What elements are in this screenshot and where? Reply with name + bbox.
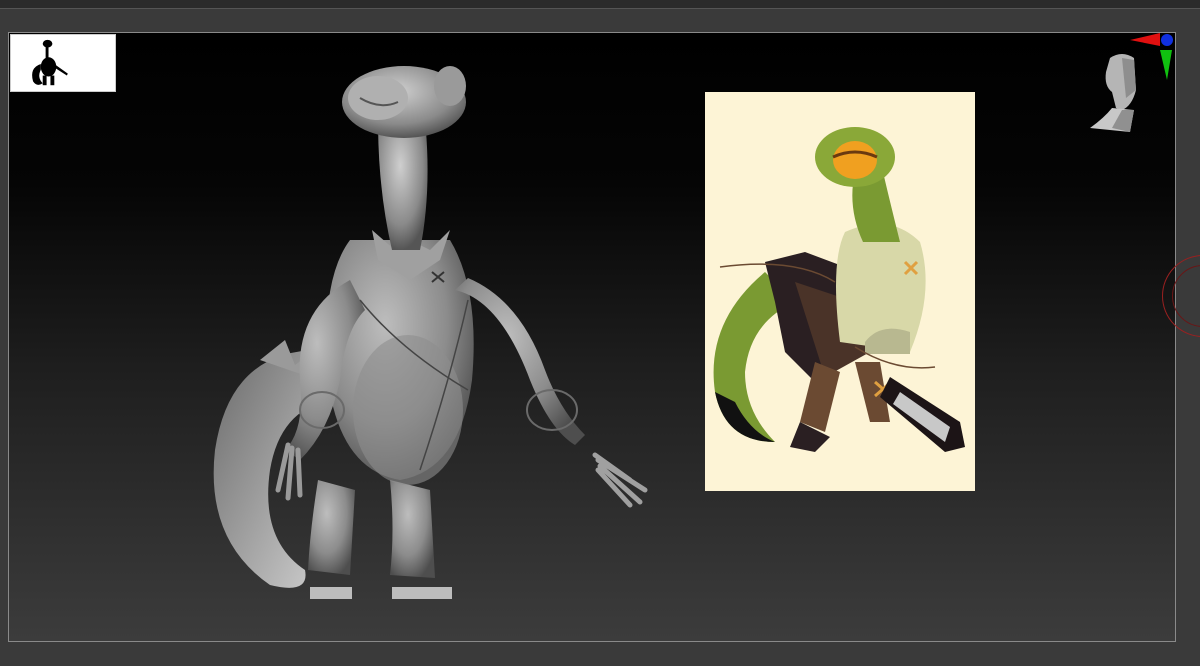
sculpt-model-view[interactable] bbox=[200, 50, 680, 610]
sculpt-model-icon bbox=[213, 66, 648, 599]
orientation-head-icon bbox=[1090, 33, 1173, 132]
y-axis-arrow-icon bbox=[1160, 50, 1172, 80]
model-silhouette-icon bbox=[32, 39, 68, 86]
top-toolbar-strip bbox=[0, 0, 1200, 9]
z-axis-dot-icon bbox=[1161, 34, 1173, 46]
bottom-strip bbox=[0, 648, 1200, 666]
thumbnail-view[interactable] bbox=[10, 34, 116, 92]
orientation-gizmo[interactable] bbox=[1082, 28, 1182, 140]
reference-image[interactable] bbox=[705, 92, 975, 491]
reference-artwork-icon bbox=[705, 92, 975, 491]
x-axis-arrow-icon bbox=[1130, 33, 1160, 46]
